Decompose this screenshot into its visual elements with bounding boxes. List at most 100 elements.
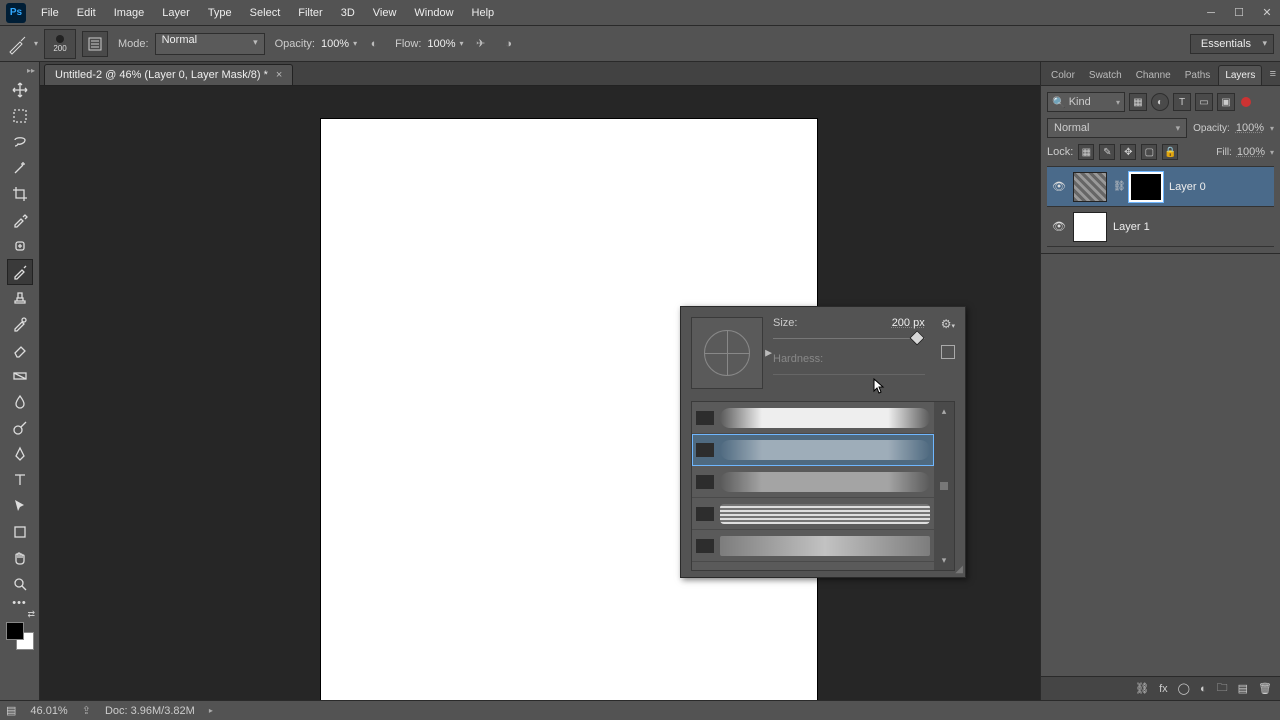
- layer-mask-thumbnail[interactable]: [1129, 172, 1163, 202]
- zoom-tool[interactable]: [7, 571, 33, 597]
- swap-colors-icon[interactable]: ⇄: [27, 609, 35, 620]
- blend-mode-select[interactable]: Normal: [155, 33, 265, 55]
- layer-row[interactable]: 👁 ⛓ Layer 0: [1047, 167, 1274, 207]
- filter-pixel-icon[interactable]: ▦: [1129, 93, 1147, 111]
- dodge-tool[interactable]: [7, 415, 33, 441]
- layer-name[interactable]: Layer 1: [1113, 221, 1150, 233]
- layer-fill-value[interactable]: 100%: [1237, 146, 1265, 158]
- menu-edit[interactable]: Edit: [68, 1, 105, 25]
- flow-chevron-icon[interactable]: ▾: [460, 39, 464, 48]
- brush-flyout-icon[interactable]: ▶: [765, 348, 772, 359]
- canvas-viewport[interactable]: ▶ Size:200 px Hardness: ⚙▾: [40, 86, 1040, 700]
- fill-dropdown-icon[interactable]: ▾: [1270, 148, 1274, 157]
- wand-tool[interactable]: [7, 155, 33, 181]
- toolbox-more-icon[interactable]: •••: [12, 597, 27, 609]
- scroll-down-icon[interactable]: ▾: [942, 555, 947, 566]
- path-select-tool[interactable]: [7, 493, 33, 519]
- hand-tool[interactable]: [7, 545, 33, 571]
- close-window-button[interactable]: ✕: [1254, 4, 1280, 22]
- tab-channels[interactable]: Channe: [1130, 66, 1177, 85]
- scroll-up-icon[interactable]: ▴: [942, 406, 947, 417]
- zoom-level[interactable]: 46.01%: [30, 705, 67, 717]
- brush-preset-item[interactable]: [692, 466, 934, 498]
- healing-tool[interactable]: [7, 233, 33, 259]
- brush-preset-item[interactable]: [692, 498, 934, 530]
- opacity-dropdown-icon[interactable]: ▾: [1270, 124, 1274, 133]
- layer-thumbnail[interactable]: [1073, 212, 1107, 242]
- lock-transparency-icon[interactable]: ▦: [1078, 144, 1094, 160]
- eyedropper-tool[interactable]: [7, 207, 33, 233]
- toolbox-collapse-icon[interactable]: ▸▸: [27, 66, 35, 75]
- lock-image-icon[interactable]: ✎: [1099, 144, 1115, 160]
- new-layer-icon[interactable]: ▤: [1238, 682, 1248, 695]
- panel-menu-icon[interactable]: ≡: [1270, 68, 1276, 80]
- opacity-value[interactable]: 100%: [321, 38, 349, 50]
- flow-value[interactable]: 100%: [427, 38, 455, 50]
- move-tool[interactable]: [7, 77, 33, 103]
- history-brush-tool[interactable]: [7, 311, 33, 337]
- new-fill-adjustment-icon[interactable]: ◐: [1200, 683, 1207, 695]
- brush-preset-item[interactable]: [692, 530, 934, 562]
- shape-tool[interactable]: [7, 519, 33, 545]
- minimize-button[interactable]: ─: [1198, 4, 1224, 22]
- new-brush-preset-icon[interactable]: [941, 345, 955, 359]
- share-icon[interactable]: ⇪: [82, 704, 91, 717]
- brush-preset-item[interactable]: [692, 402, 934, 434]
- tab-paths[interactable]: Paths: [1179, 66, 1217, 85]
- brush-size-value[interactable]: 200 px: [892, 317, 925, 329]
- workspace-switcher[interactable]: Essentials: [1190, 34, 1274, 54]
- layer-fx-icon[interactable]: fx: [1159, 683, 1168, 695]
- brush-preset-item[interactable]: [692, 434, 934, 466]
- lock-all-icon[interactable]: 🔒: [1162, 144, 1178, 160]
- layer-blend-mode-select[interactable]: Normal: [1047, 118, 1187, 138]
- layer-row[interactable]: 👁 Layer 1: [1047, 207, 1274, 247]
- gradient-tool[interactable]: [7, 363, 33, 389]
- opacity-tablet-pressure-button[interactable]: ◐: [363, 33, 385, 55]
- blur-tool[interactable]: [7, 389, 33, 415]
- eraser-tool[interactable]: [7, 337, 33, 363]
- brush-hardness-slider[interactable]: [773, 367, 925, 381]
- filter-adjustment-icon[interactable]: ◐: [1151, 93, 1169, 111]
- tab-layers[interactable]: Layers: [1218, 65, 1262, 85]
- brush-tool[interactable]: [7, 259, 33, 285]
- visibility-toggle-icon[interactable]: 👁: [1051, 180, 1067, 193]
- marquee-tool[interactable]: [7, 103, 33, 129]
- stamp-tool[interactable]: [7, 285, 33, 311]
- menu-select[interactable]: Select: [241, 1, 290, 25]
- type-tool[interactable]: [7, 467, 33, 493]
- color-swatches[interactable]: [6, 622, 34, 650]
- document-tab[interactable]: Untitled-2 @ 46% (Layer 0, Layer Mask/8)…: [44, 64, 293, 85]
- mini-bridge-icon[interactable]: ▤: [6, 704, 16, 717]
- delete-layer-icon[interactable]: 🗑: [1258, 682, 1272, 695]
- menu-file[interactable]: File: [32, 1, 68, 25]
- resize-grip-icon[interactable]: ◢: [955, 564, 963, 575]
- menu-help[interactable]: Help: [463, 1, 504, 25]
- visibility-toggle-icon[interactable]: 👁: [1051, 220, 1067, 233]
- filter-toggle-icon[interactable]: [1241, 97, 1251, 107]
- mask-link-icon[interactable]: ⛓: [1113, 181, 1123, 192]
- tab-color[interactable]: Color: [1045, 66, 1081, 85]
- brush-tip-preview[interactable]: ▶: [691, 317, 763, 389]
- layer-opacity-value[interactable]: 100%: [1236, 122, 1264, 134]
- tool-preset-chevron-icon[interactable]: ▾: [34, 39, 38, 48]
- layer-name[interactable]: Layer 0: [1169, 181, 1206, 193]
- menu-type[interactable]: Type: [199, 1, 241, 25]
- menu-image[interactable]: Image: [105, 1, 154, 25]
- pen-tool[interactable]: [7, 441, 33, 467]
- menu-view[interactable]: View: [364, 1, 406, 25]
- size-tablet-pressure-button[interactable]: ◑: [498, 33, 520, 55]
- lock-artboard-icon[interactable]: ▢: [1141, 144, 1157, 160]
- layer-filter-kind-select[interactable]: 🔍 Kind ▾: [1047, 92, 1125, 112]
- lock-position-icon[interactable]: ✥: [1120, 144, 1136, 160]
- menu-layer[interactable]: Layer: [153, 1, 199, 25]
- menu-window[interactable]: Window: [405, 1, 462, 25]
- link-layers-icon[interactable]: ⛓: [1135, 682, 1149, 695]
- close-tab-icon[interactable]: ×: [276, 69, 282, 81]
- new-group-icon[interactable]: 🗀: [1217, 679, 1228, 698]
- opacity-chevron-icon[interactable]: ▾: [353, 39, 357, 48]
- tab-swatches[interactable]: Swatch: [1083, 66, 1128, 85]
- doc-size[interactable]: Doc: 3.96M/3.82M: [105, 705, 195, 717]
- filter-shape-icon[interactable]: ▭: [1195, 93, 1213, 111]
- status-info-chevron-icon[interactable]: ▸: [209, 706, 213, 715]
- add-mask-icon[interactable]: ◯: [1178, 682, 1190, 695]
